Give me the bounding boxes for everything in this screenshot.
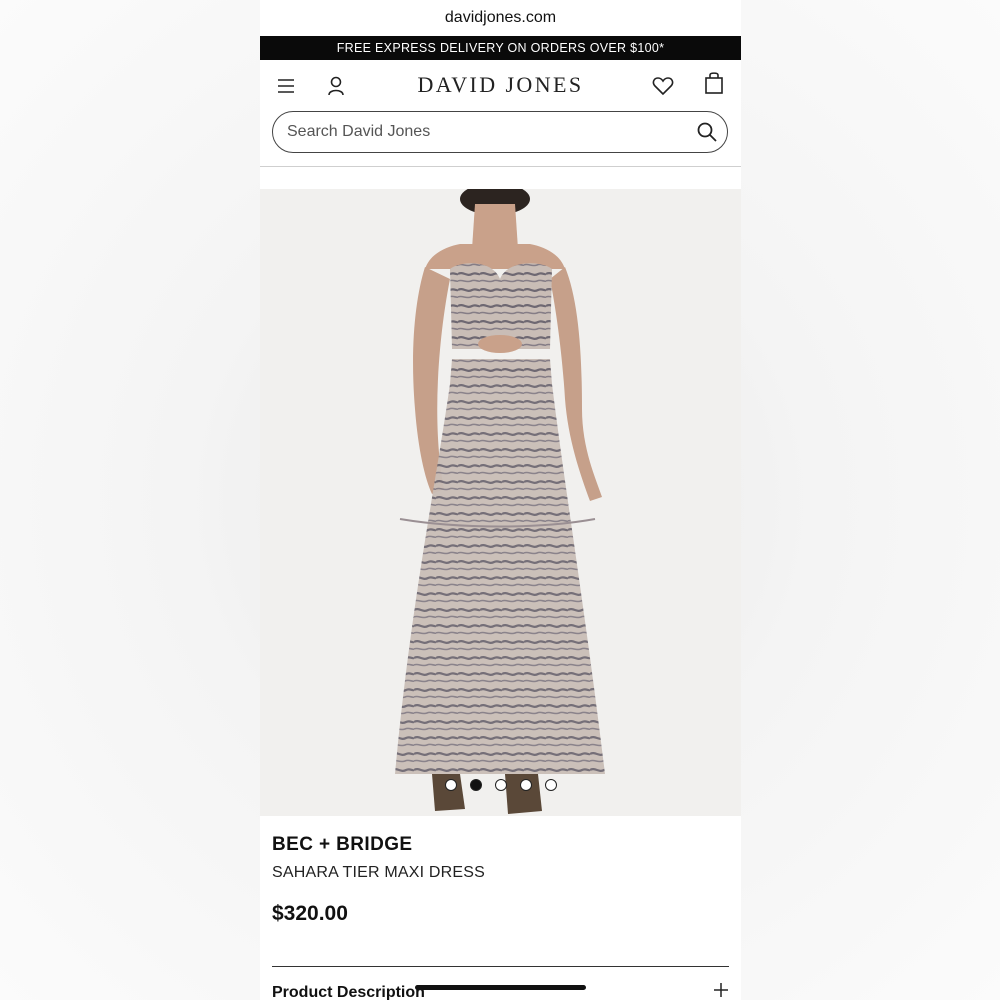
site-header: DAVID JONES	[260, 60, 741, 110]
product-brand[interactable]: BEC + BRIDGE	[272, 834, 412, 856]
search-icon[interactable]	[687, 122, 727, 142]
product-image	[395, 189, 605, 814]
carousel-dot[interactable]	[544, 779, 557, 791]
product-image-carousel[interactable]	[260, 189, 741, 816]
search-input[interactable]	[273, 122, 687, 142]
promo-text: FREE EXPRESS DELIVERY ON ORDERS OVER $10…	[336, 41, 665, 55]
url-text: davidjones.com	[444, 9, 557, 26]
home-indicator[interactable]	[415, 985, 586, 990]
carousel-dot[interactable]	[494, 779, 507, 791]
carousel-dot[interactable]	[519, 779, 532, 791]
product-name: SAHARA TIER MAXI DRESS	[272, 864, 486, 881]
carousel-dot[interactable]	[444, 779, 457, 791]
phone-screen: davidjones.com FREE EXPRESS DELIVERY ON …	[260, 0, 741, 1000]
carousel-dot-active[interactable]	[469, 779, 482, 791]
wishlist-icon[interactable]	[650, 73, 676, 99]
product-price: $320.00	[272, 902, 348, 925]
section-divider	[272, 966, 729, 967]
breadcrumb	[270, 168, 731, 174]
promo-banner[interactable]: FREE EXPRESS DELIVERY ON ORDERS OVER $10…	[260, 36, 741, 60]
product-description-label: Product Description	[272, 983, 425, 1000]
carousel-dots	[260, 779, 741, 791]
search-bar[interactable]	[272, 111, 728, 153]
plus-icon	[713, 982, 729, 1000]
header-divider	[260, 166, 741, 167]
bag-icon[interactable]	[701, 70, 727, 96]
url-bar[interactable]: davidjones.com	[260, 0, 741, 36]
